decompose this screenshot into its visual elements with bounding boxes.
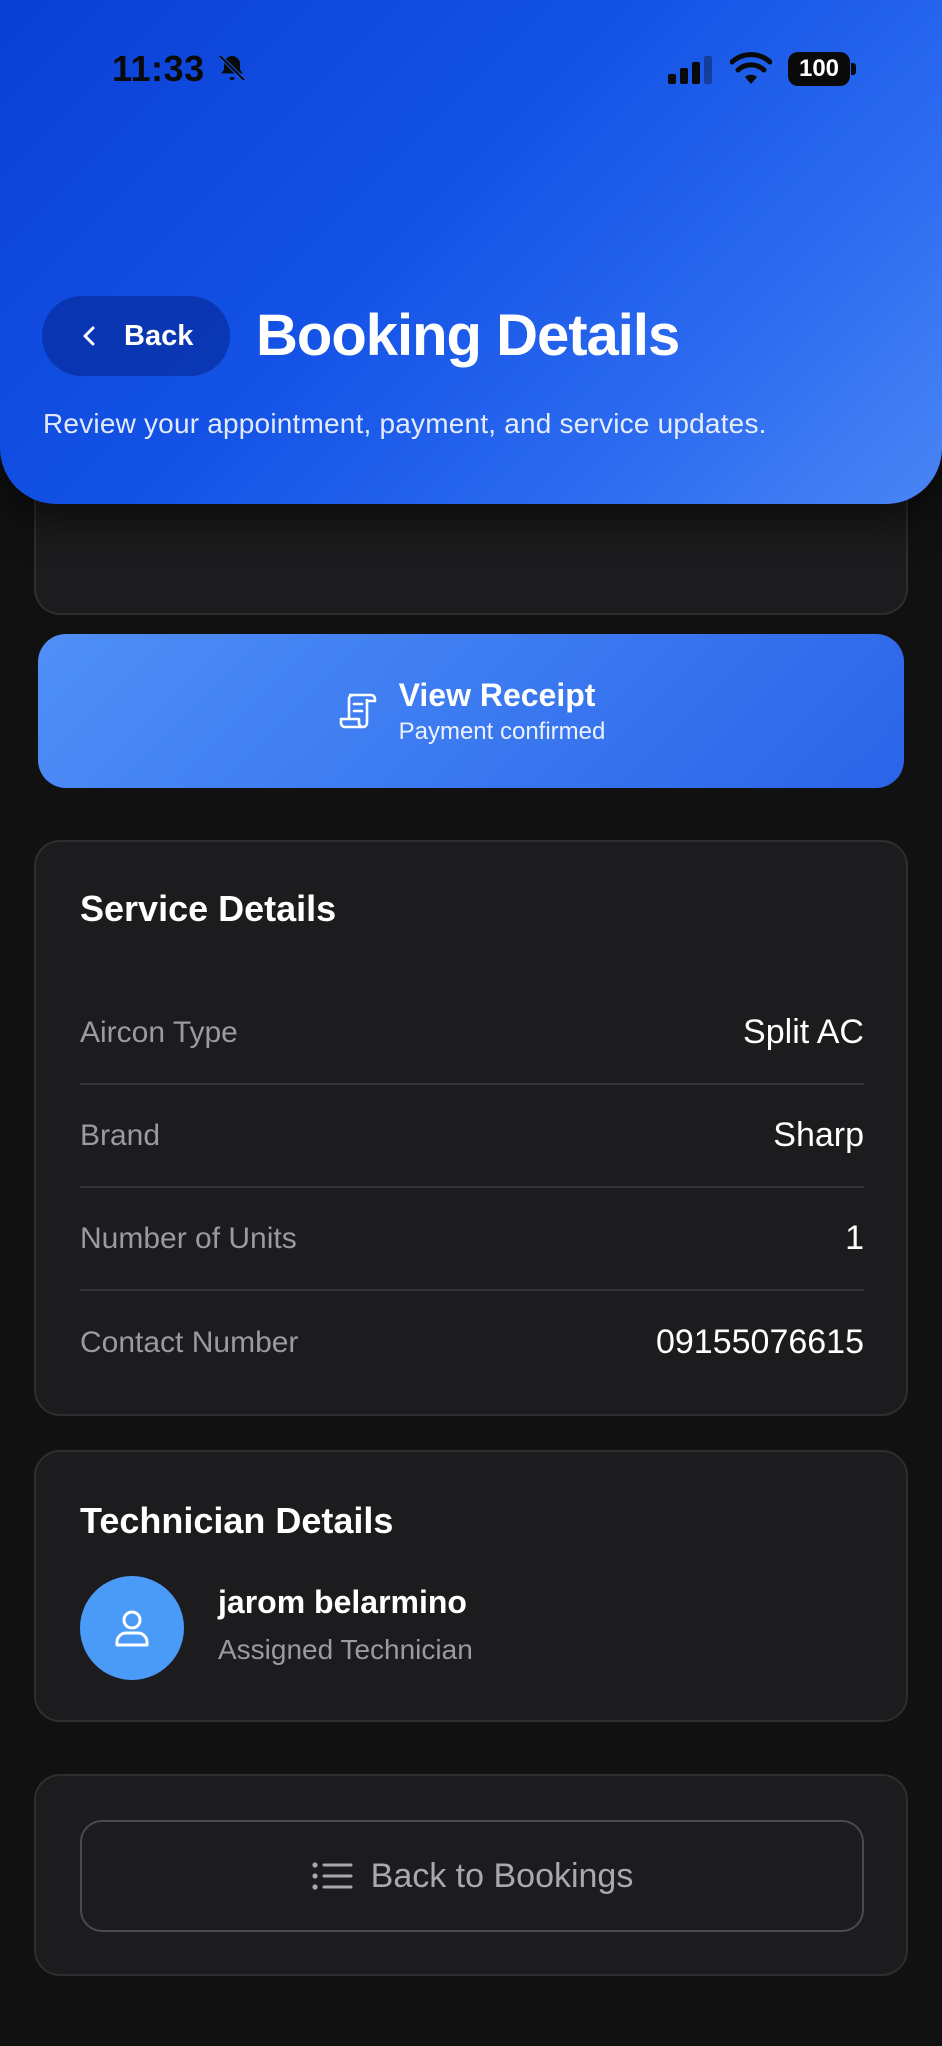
wifi-icon bbox=[730, 52, 772, 84]
back-to-bookings-label: Back to Bookings bbox=[370, 1856, 634, 1895]
detail-label: Brand bbox=[80, 1118, 161, 1152]
screen: 11:33 100 Back Booking Details Review yo… bbox=[0, 0, 942, 2046]
list-icon bbox=[312, 1862, 353, 1890]
bell-slash-icon bbox=[218, 54, 246, 82]
service-details-list: Aircon Type Split AC Brand Sharp Number … bbox=[80, 982, 864, 1394]
technician-name: jarom belarmino bbox=[218, 1584, 467, 1620]
back-button[interactable]: Back bbox=[42, 296, 230, 376]
status-bar: 11:33 100 bbox=[0, 44, 942, 94]
detail-row-contact-number: Contact Number 09155076615 bbox=[80, 1291, 864, 1394]
chevron-left-icon bbox=[83, 326, 95, 346]
battery-level: 100 bbox=[788, 52, 850, 86]
user-icon bbox=[115, 1610, 149, 1647]
technician-details-title: Technician Details bbox=[80, 1500, 394, 1541]
battery-icon: 100 bbox=[788, 52, 856, 86]
detail-value: Split AC bbox=[743, 1013, 864, 1051]
detail-value: 1 bbox=[845, 1219, 864, 1257]
detail-label: Number of Units bbox=[80, 1221, 297, 1255]
receipt-icon bbox=[339, 693, 376, 729]
back-to-bookings-button[interactable]: Back to Bookings bbox=[80, 1820, 864, 1932]
page-title: Booking Details bbox=[256, 303, 680, 368]
detail-row-aircon-type: Aircon Type Split AC bbox=[80, 982, 864, 1085]
back-label: Back bbox=[124, 319, 194, 352]
receipt-status: Payment confirmed bbox=[398, 717, 606, 745]
avatar bbox=[80, 1576, 184, 1680]
actions-card: Back to Bookings bbox=[34, 1774, 908, 1976]
detail-value: 09155076615 bbox=[655, 1323, 864, 1361]
technician-role: Assigned Technician bbox=[218, 1634, 473, 1665]
page-subtitle: Review your appointment, payment, and se… bbox=[43, 408, 767, 439]
detail-label: Aircon Type bbox=[80, 1015, 238, 1049]
service-details-title: Service Details bbox=[80, 888, 337, 929]
receipt-title: View Receipt bbox=[398, 676, 596, 713]
detail-row-brand: Brand Sharp bbox=[80, 1085, 864, 1188]
detail-label: Contact Number bbox=[80, 1325, 299, 1359]
view-receipt-button[interactable]: View Receipt Payment confirmed bbox=[38, 634, 904, 788]
detail-value: Sharp bbox=[773, 1116, 864, 1154]
header: 11:33 100 Back Booking Details Review yo… bbox=[0, 0, 942, 504]
service-details-card: Service Details Aircon Type Split AC Bra… bbox=[34, 840, 908, 1416]
detail-row-units: Number of Units 1 bbox=[80, 1188, 864, 1291]
signal-icon bbox=[668, 56, 712, 84]
technician-details-card: Technician Details jarom belarmino Assig… bbox=[34, 1450, 908, 1722]
status-time: 11:33 bbox=[112, 48, 205, 89]
